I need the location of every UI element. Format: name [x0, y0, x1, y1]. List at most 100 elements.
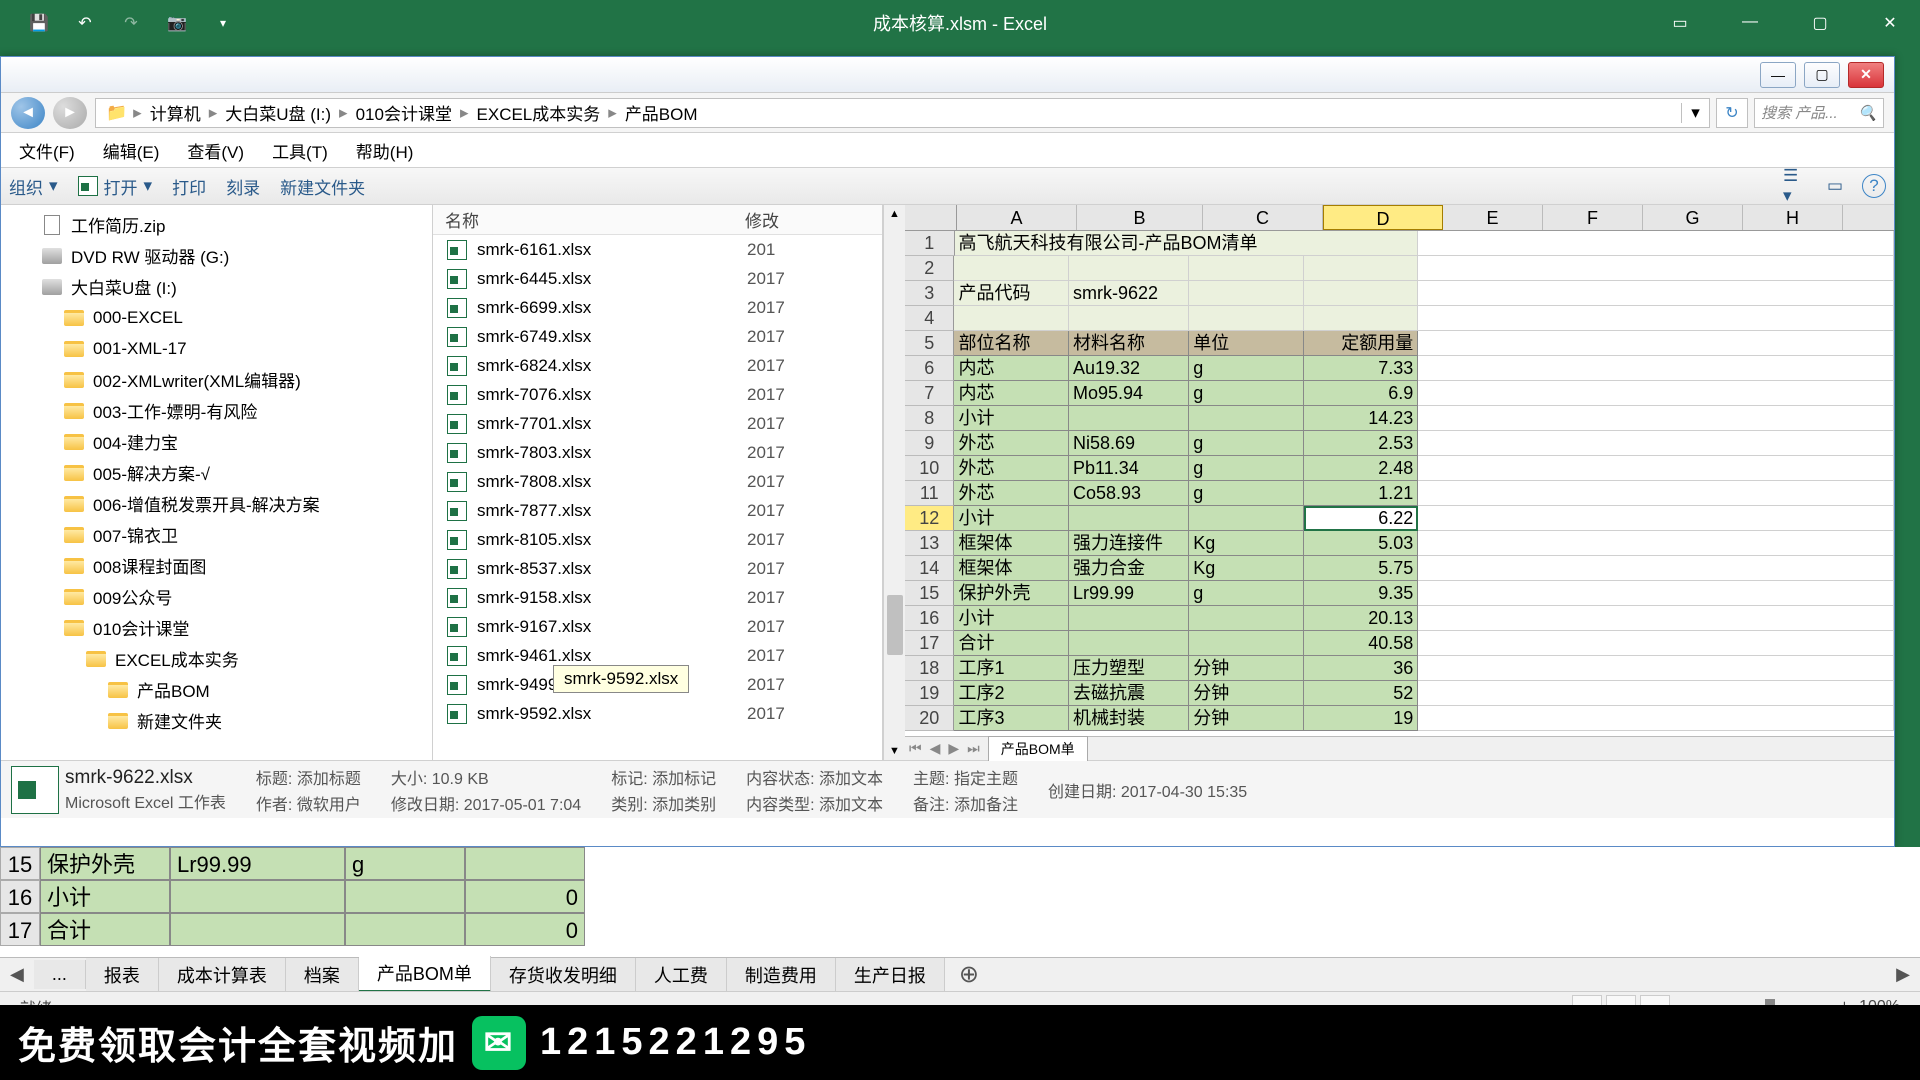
col-header[interactable]: H [1743, 205, 1843, 230]
cell[interactable]: Kg [1189, 531, 1304, 556]
cell[interactable] [1069, 506, 1189, 531]
cell[interactable]: 强力连接件 [1069, 531, 1189, 556]
preview-sheet-tab[interactable]: 产品BOM单 [988, 736, 1088, 761]
detail-category[interactable]: 添加类别 [652, 797, 716, 814]
cell[interactable]: 7.33 [1304, 356, 1419, 381]
tree-node[interactable]: DVD RW 驱动器 (G:) [1, 240, 432, 271]
col-header[interactable]: C [1203, 205, 1323, 230]
tree-node[interactable]: 工作简历.zip [1, 209, 432, 240]
file-row[interactable]: smrk-6161.xlsx201 [433, 235, 882, 264]
organize-button[interactable]: 组织 ▾ [9, 174, 58, 199]
preview-sheet-tabs[interactable]: ⏮ ◀ ▶ ⏭ 产品BOM单 [905, 736, 1894, 760]
row-header[interactable]: 20 [905, 706, 954, 731]
file-row[interactable]: smrk-6824.xlsx2017 [433, 351, 882, 380]
explorer-close-icon[interactable]: ✕ [1848, 62, 1884, 88]
column-date[interactable]: 修改 [733, 207, 791, 232]
cell[interactable] [1418, 556, 1894, 581]
cell[interactable] [170, 913, 345, 946]
row-header[interactable]: 8 [905, 406, 954, 431]
cell[interactable]: Co58.93 [1069, 481, 1189, 506]
cell[interactable] [1304, 306, 1419, 331]
file-row[interactable]: smrk-7808.xlsx2017 [433, 467, 882, 496]
cell[interactable]: 36 [1304, 656, 1419, 681]
cell[interactable] [1418, 356, 1894, 381]
burn-button[interactable]: 刻录 [226, 174, 260, 199]
tree-node[interactable]: 007-锦衣卫 [1, 519, 432, 550]
add-sheet-button[interactable]: ⊕ [945, 960, 993, 989]
cell[interactable]: 1.21 [1304, 481, 1419, 506]
cell[interactable] [1189, 631, 1304, 656]
sheet-tab-active[interactable]: 产品BOM单 [359, 956, 491, 993]
tab-nav-last-icon[interactable]: ⏭ [963, 740, 984, 757]
search-icon[interactable]: 🔍 [1858, 104, 1877, 122]
cell[interactable]: 工序2 [954, 681, 1069, 706]
cell[interactable]: 小计 [954, 406, 1069, 431]
cell[interactable]: 合计 [954, 631, 1069, 656]
cell[interactable]: Kg [1189, 556, 1304, 581]
file-row[interactable]: smrk-8105.xlsx2017 [433, 525, 882, 554]
row-header[interactable]: 16 [0, 880, 40, 913]
detail-tag[interactable]: 添加标记 [652, 771, 716, 788]
cell[interactable]: 19 [1304, 706, 1419, 731]
cell[interactable]: 52 [1304, 681, 1419, 706]
cell[interactable]: 产品代码 [954, 281, 1069, 306]
menu-edit[interactable]: 编辑(E) [91, 134, 172, 167]
row-header[interactable]: 10 [905, 456, 954, 481]
scroll-down-icon[interactable]: ▼ [884, 745, 905, 757]
cell[interactable]: 定额用量 [1304, 331, 1419, 356]
cell[interactable]: 14.23 [1304, 406, 1419, 431]
cell[interactable]: smrk-9622 [1069, 281, 1189, 306]
sheet-tab[interactable]: 档案 [286, 958, 359, 992]
cell[interactable] [1069, 631, 1189, 656]
view-options-icon[interactable]: ☰ ▾ [1782, 175, 1808, 197]
cell[interactable] [1304, 256, 1419, 281]
cell[interactable]: 保护外壳 [954, 581, 1069, 606]
row-header[interactable]: 15 [0, 847, 40, 880]
tree-node[interactable]: 004-建力宝 [1, 426, 432, 457]
cell[interactable]: 2.48 [1304, 456, 1419, 481]
col-header[interactable]: G [1643, 205, 1743, 230]
select-all-corner[interactable] [905, 205, 957, 230]
cell[interactable] [1418, 231, 1894, 256]
cell[interactable]: 框架体 [954, 531, 1069, 556]
underlying-grid[interactable]: 15 保护外壳 Lr99.99 g 16 小计 0 17 合计 0 [0, 847, 1920, 957]
cell[interactable] [1418, 331, 1894, 356]
tab-nav-next-icon[interactable]: ▶ [944, 740, 963, 757]
tree-node[interactable]: 005-解决方案-√ [1, 457, 432, 488]
file-row[interactable]: smrk-9167.xlsx2017 [433, 612, 882, 641]
tree-node[interactable]: 001-XML-17 [1, 333, 432, 364]
cell[interactable]: g [1189, 581, 1304, 606]
cell[interactable]: 6.22 [1304, 506, 1419, 531]
cell[interactable]: 强力合金 [1069, 556, 1189, 581]
cell[interactable]: 外芯 [954, 431, 1069, 456]
close-icon[interactable]: ✕ [1870, 13, 1910, 33]
row-header[interactable]: 16 [905, 606, 954, 631]
col-header[interactable]: E [1443, 205, 1543, 230]
column-name[interactable]: 名称 [433, 207, 733, 232]
open-button[interactable]: 打开 ▾ [78, 174, 153, 199]
cell[interactable] [1418, 681, 1894, 706]
cell[interactable] [1418, 706, 1894, 731]
tree-node[interactable]: 008课程封面图 [1, 550, 432, 581]
tab-nav-next-icon[interactable]: ▶ [1886, 964, 1920, 985]
col-header[interactable]: A [957, 205, 1077, 230]
explorer-maximize-icon[interactable]: ▢ [1804, 62, 1840, 88]
tree-node[interactable]: EXCEL成本实务 [1, 643, 432, 674]
cell[interactable]: 0 [465, 913, 585, 946]
cell[interactable] [1189, 256, 1304, 281]
row-header[interactable]: 4 [905, 306, 954, 331]
cell[interactable]: g [1189, 356, 1304, 381]
breadcrumb-item[interactable]: 计算机 [142, 100, 209, 125]
cell[interactable]: 工序3 [954, 706, 1069, 731]
column-headers[interactable]: A B C D E F G H [905, 205, 1894, 231]
row-header[interactable]: 17 [0, 913, 40, 946]
cell[interactable]: 内芯 [954, 356, 1069, 381]
tab-nav-first-icon[interactable]: ⏮ [905, 740, 926, 757]
row-header[interactable]: 19 [905, 681, 954, 706]
tree-node[interactable]: 009公众号 [1, 581, 432, 612]
cell[interactable] [1069, 306, 1189, 331]
col-header[interactable]: D [1323, 205, 1443, 230]
cell[interactable] [1189, 506, 1304, 531]
cell[interactable]: 压力塑型 [1069, 656, 1189, 681]
tree-node[interactable]: 新建文件夹 [1, 705, 432, 736]
